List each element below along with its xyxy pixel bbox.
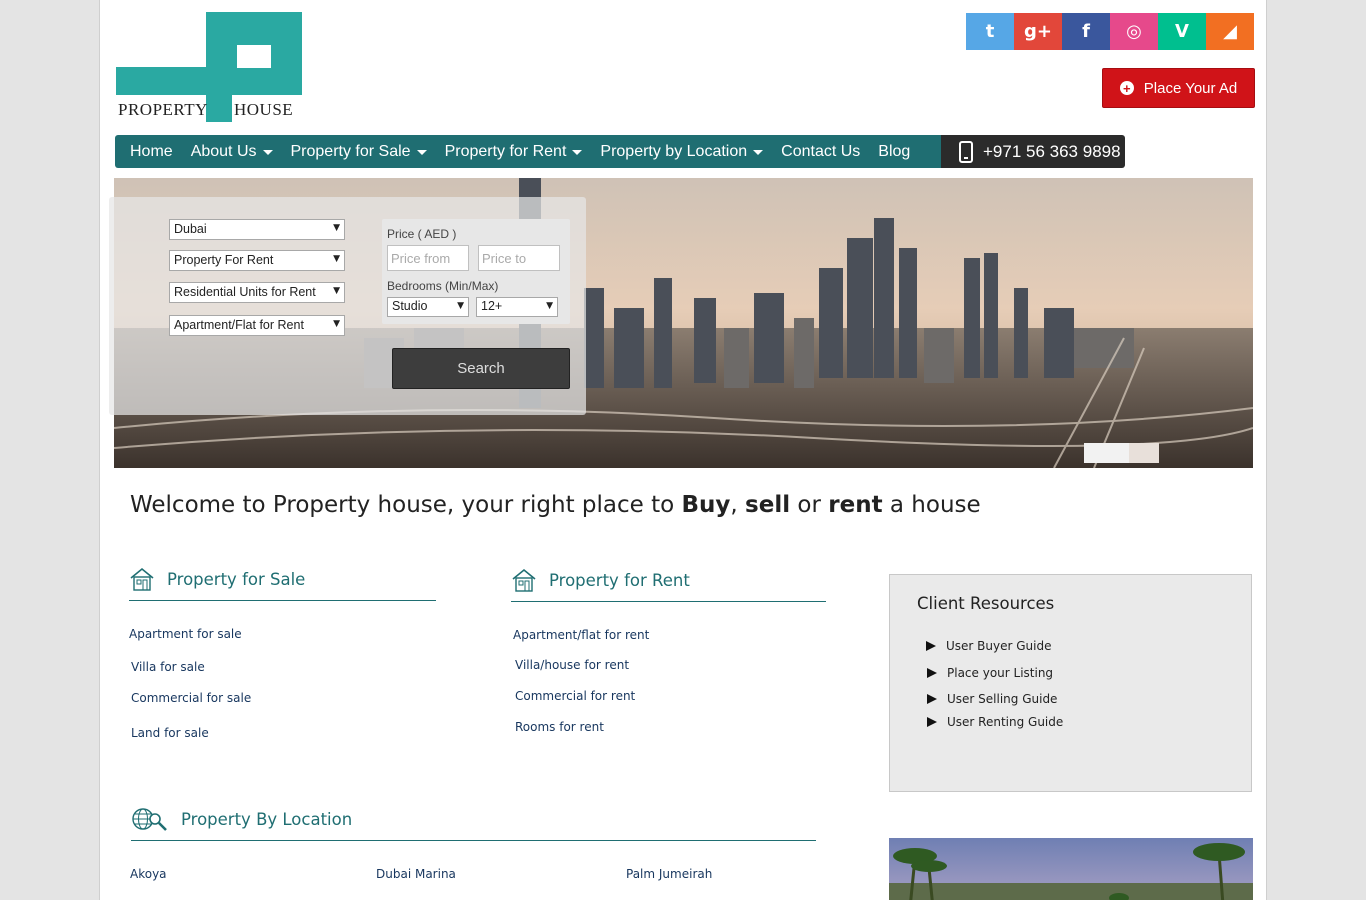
resource-label: User Renting Guide xyxy=(947,715,1064,729)
palm-trees-image xyxy=(889,838,1253,900)
resource-user-buyer-guide[interactable]: User Buyer Guide xyxy=(926,639,1051,653)
nav-label: Contact Us xyxy=(781,142,861,160)
nav-label: Property for Sale xyxy=(290,142,411,160)
search-button[interactable]: Search xyxy=(392,348,570,389)
nav-label: Blog xyxy=(878,142,911,160)
nav-item-blog[interactable]: Blog xyxy=(878,143,910,161)
nav-label: About Us xyxy=(190,142,257,160)
price-label: Price ( AED ) xyxy=(387,227,457,241)
nav-item-property-for-rent[interactable]: Property for Rent xyxy=(445,143,583,161)
type-select[interactable]: Apartment/Flat for Rent xyxy=(169,315,345,336)
bedrooms-max-select[interactable]: 12+ xyxy=(476,297,558,317)
price-from-input[interactable]: Price from xyxy=(387,245,469,271)
logo-word-house: HOUSE xyxy=(234,100,294,119)
nav-phone[interactable]: +971 56 363 9898 xyxy=(941,135,1125,168)
caret-down-icon xyxy=(416,150,427,155)
link-dubai-marina[interactable]: Dubai Marina xyxy=(376,867,456,881)
rss-icon[interactable]: ◢ xyxy=(1206,13,1254,50)
logo[interactable]: PROPERTY HOUSE xyxy=(116,12,302,122)
facebook-icon[interactable]: f xyxy=(1062,13,1110,50)
nav-item-home[interactable]: Home xyxy=(130,143,173,161)
nav-item-property-by-location[interactable]: Property by Location xyxy=(600,142,764,161)
social-bar: t g+ f ◎ V ◢ xyxy=(966,13,1254,50)
resource-place-your-listing[interactable]: Place your Listing xyxy=(927,666,1053,680)
house-icon xyxy=(512,568,536,592)
client-resources-panel: Client Resources User Buyer Guide Place … xyxy=(889,574,1252,792)
promo-image[interactable] xyxy=(889,838,1253,900)
nav-menu: Home About Us Property for Sale Property… xyxy=(115,135,941,168)
price-to-input[interactable]: Price to xyxy=(478,245,560,271)
resource-user-renting-guide[interactable]: User Renting Guide xyxy=(927,715,1063,729)
search-panel: Dubai Property For Rent Residential Unit… xyxy=(109,197,586,415)
resource-label: Place your Listing xyxy=(947,666,1054,680)
welcome-buy: Buy xyxy=(681,492,731,518)
welcome-sell: sell xyxy=(745,492,791,518)
nav-item-property-for-sale[interactable]: Property for Sale xyxy=(291,143,427,161)
link-palm-jumeirah[interactable]: Palm Jumeirah xyxy=(626,867,712,881)
nav-label: Property for Rent xyxy=(444,142,567,160)
sale-section-header: Property for Sale xyxy=(129,566,436,601)
welcome-heading: Welcome to Property house, your right pl… xyxy=(130,492,981,518)
link-akoya[interactable]: Akoya xyxy=(130,867,167,881)
link-land-for-sale[interactable]: Land for sale xyxy=(131,726,209,740)
welcome-suffix: a house xyxy=(882,492,981,518)
phone-number: +971 56 363 9898 xyxy=(983,141,1121,161)
plus-circle-icon: + xyxy=(1119,81,1134,95)
logo-word-property: PROPERTY xyxy=(118,100,208,119)
house-icon xyxy=(130,567,154,591)
nav-label: Property by Location xyxy=(600,142,748,160)
bedrooms-min-select[interactable]: Studio xyxy=(387,297,469,317)
nav-label: Home xyxy=(130,142,173,160)
nav-item-contact-us[interactable]: Contact Us xyxy=(781,143,860,161)
place-ad-button[interactable]: + Place Your Ad xyxy=(1102,68,1255,108)
purpose-select[interactable]: Property For Rent xyxy=(169,250,345,271)
sale-section-title: Property for Sale xyxy=(167,569,306,589)
rent-section-header: Property for Rent xyxy=(511,567,826,602)
main-nav: Home About Us Property for Sale Property… xyxy=(115,135,1125,168)
caret-down-icon xyxy=(262,150,273,155)
link-apartment-for-rent[interactable]: Apartment/flat for rent xyxy=(513,628,649,642)
nav-item-about-us[interactable]: About Us xyxy=(191,143,273,161)
location-section-title: Property By Location xyxy=(181,809,353,829)
caret-down-icon xyxy=(572,150,583,155)
link-villa-for-rent[interactable]: Villa/house for rent xyxy=(515,658,629,672)
welcome-comma: , xyxy=(730,492,746,518)
globe-search-icon xyxy=(132,808,167,831)
welcome-or: or xyxy=(790,492,829,518)
city-select[interactable]: Dubai xyxy=(169,219,345,240)
google-plus-icon[interactable]: g+ xyxy=(1014,13,1062,50)
link-villa-for-sale[interactable]: Villa for sale xyxy=(131,660,205,674)
resource-label: User Buyer Guide xyxy=(946,639,1052,653)
link-rooms-for-rent[interactable]: Rooms for rent xyxy=(515,720,604,734)
arrow-right-icon xyxy=(927,717,937,727)
arrow-right-icon xyxy=(927,668,937,678)
mobile-phone-icon xyxy=(959,140,973,163)
rent-section-title: Property for Rent xyxy=(549,570,690,590)
twitter-icon[interactable]: t xyxy=(966,13,1014,50)
dribbble-icon[interactable]: ◎ xyxy=(1110,13,1158,50)
link-commercial-for-sale[interactable]: Commercial for sale xyxy=(131,691,251,705)
vine-icon[interactable]: V xyxy=(1158,13,1206,50)
page: PROPERTY HOUSE t g+ f ◎ V ◢ + Place Your… xyxy=(99,0,1267,900)
category-select[interactable]: Residential Units for Rent xyxy=(169,282,345,303)
resource-label: User Selling Guide xyxy=(947,692,1058,706)
welcome-rent: rent xyxy=(828,492,883,518)
client-resources-title: Client Resources xyxy=(917,594,1055,613)
place-ad-label: Place Your Ad xyxy=(1143,79,1238,97)
price-filter: Price ( AED ) Price from Price to Bedroo… xyxy=(382,219,570,324)
link-commercial-for-rent[interactable]: Commercial for rent xyxy=(515,689,635,703)
resource-user-selling-guide[interactable]: User Selling Guide xyxy=(927,692,1057,706)
arrow-right-icon xyxy=(927,694,937,704)
caret-down-icon xyxy=(753,150,764,155)
bedrooms-label: Bedrooms (Min/Max) xyxy=(387,279,499,293)
arrow-right-icon xyxy=(926,641,936,651)
welcome-text: Welcome to Property house, your right pl… xyxy=(130,492,682,518)
link-apartment-for-sale[interactable]: Apartment for sale xyxy=(129,627,242,641)
location-section-header: Property By Location xyxy=(131,806,816,841)
